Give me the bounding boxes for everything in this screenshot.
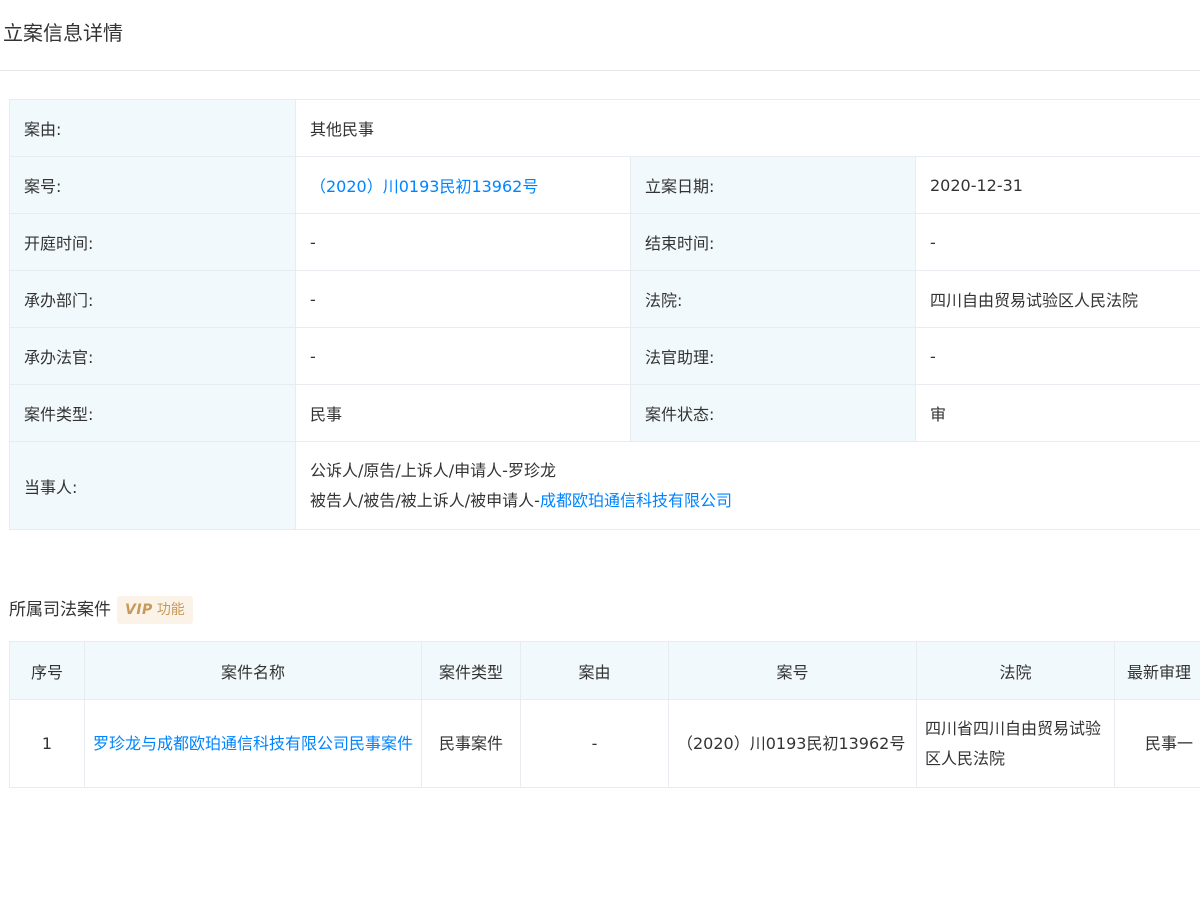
column-header-court: 法院	[916, 641, 1115, 700]
case-status-label: 案件状态:	[630, 384, 916, 442]
related-cases-heading: 所属司法案件	[9, 600, 111, 620]
row-case-name-cell: 罗珍龙与成都欧珀通信科技有限公司民事案件	[84, 699, 422, 788]
table-row: 1 罗珍龙与成都欧珀通信科技有限公司民事案件 民事案件 - （2020）川019…	[9, 699, 1200, 788]
filing-date-label: 立案日期:	[630, 156, 916, 214]
case-detail-table: 案由: 其他民事 案号: （2020）川0193民初13962号 立案日期: 2…	[9, 99, 1200, 530]
case-no-cell: （2020）川0193民初13962号	[295, 156, 631, 214]
filing-date-value: 2020-12-31	[914, 156, 1200, 214]
vip-feature-badge[interactable]: VIP 功能	[117, 596, 193, 624]
detail-row-type: 案件类型: 民事 案件状态: 审	[9, 384, 1200, 442]
end-time-value: -	[914, 213, 1200, 271]
case-status-value: 审	[914, 384, 1200, 442]
vip-badge-text: 功能	[156, 602, 185, 618]
court-value: 四川自由贸易试验区人民法院	[914, 270, 1200, 328]
cause-value: 其他民事	[294, 99, 1200, 157]
detail-row-department: 承办部门: - 法院: 四川自由贸易试验区人民法院	[9, 270, 1200, 328]
column-header-case-no: 案号	[668, 641, 917, 700]
department-value: -	[295, 270, 631, 328]
vip-icon: VIP	[125, 602, 153, 618]
related-cases-title: 所属司法案件 VIP 功能	[9, 596, 193, 624]
column-header-index: 序号	[9, 641, 85, 700]
parties-value: 公诉人/原告/上诉人/申请人-罗珍龙 被告人/被告/被上诉人/被申请人-成都欧珀…	[294, 441, 1200, 530]
column-header-latest: 最新审理	[1114, 641, 1200, 700]
cases-header-row: 序号 案件名称 案件类型 案由 案号 法院 最新审理	[9, 641, 1200, 700]
hearing-time-label: 开庭时间:	[9, 213, 296, 271]
judge-value: -	[295, 327, 631, 385]
row-case-no: （2020）川0193民初13962号	[668, 699, 917, 788]
detail-row-hearing: 开庭时间: - 结束时间: -	[9, 213, 1200, 271]
detail-row-case-no: 案号: （2020）川0193民初13962号 立案日期: 2020-12-31	[9, 156, 1200, 214]
page-title: 立案信息详情	[3, 21, 123, 45]
row-case-name-link[interactable]: 罗珍龙与成都欧珀通信科技有限公司民事案件	[93, 734, 413, 753]
end-time-label: 结束时间:	[630, 213, 916, 271]
page: 立案信息详情 案由: 其他民事 案号: （2020）川0193民初13962号 …	[0, 0, 1200, 900]
court-label: 法院:	[630, 270, 916, 328]
column-header-cause: 案由	[520, 641, 669, 700]
column-header-name: 案件名称	[84, 641, 422, 700]
assistant-value: -	[914, 327, 1200, 385]
related-cases-table: 序号 案件名称 案件类型 案由 案号 法院 最新审理 1 罗珍龙与成都欧珀通信科…	[9, 641, 1200, 788]
defendant-prefix: 被告人/被告/被上诉人/被申请人-	[310, 490, 540, 510]
case-type-value: 民事	[295, 384, 631, 442]
row-cause: -	[520, 699, 669, 788]
row-court: 四川省四川自由贸易试验区人民法院	[916, 699, 1115, 788]
defendant-line: 被告人/被告/被上诉人/被申请人-成都欧珀通信科技有限公司	[310, 486, 1195, 516]
column-header-type: 案件类型	[421, 641, 521, 700]
case-no-label: 案号:	[9, 156, 296, 214]
plaintiff-line: 公诉人/原告/上诉人/申请人-罗珍龙	[310, 460, 556, 480]
parties-label: 当事人:	[9, 441, 296, 530]
assistant-label: 法官助理:	[630, 327, 916, 385]
detail-row-judge: 承办法官: - 法官助理: -	[9, 327, 1200, 385]
detail-row-cause: 案由: 其他民事	[9, 99, 1200, 157]
cause-label: 案由:	[9, 99, 296, 157]
case-type-label: 案件类型:	[9, 384, 296, 442]
department-label: 承办部门:	[9, 270, 296, 328]
row-latest-trial: 民事一	[1114, 699, 1200, 788]
hearing-time-value: -	[295, 213, 631, 271]
row-index: 1	[9, 699, 85, 788]
detail-row-parties: 当事人: 公诉人/原告/上诉人/申请人-罗珍龙 被告人/被告/被上诉人/被申请人…	[9, 441, 1200, 530]
row-case-type: 民事案件	[421, 699, 521, 788]
defendant-link[interactable]: 成都欧珀通信科技有限公司	[540, 491, 732, 510]
page-header: 立案信息详情	[0, 0, 1200, 71]
case-no-link[interactable]: （2020）川0193民初13962号	[310, 177, 538, 196]
judge-label: 承办法官:	[9, 327, 296, 385]
